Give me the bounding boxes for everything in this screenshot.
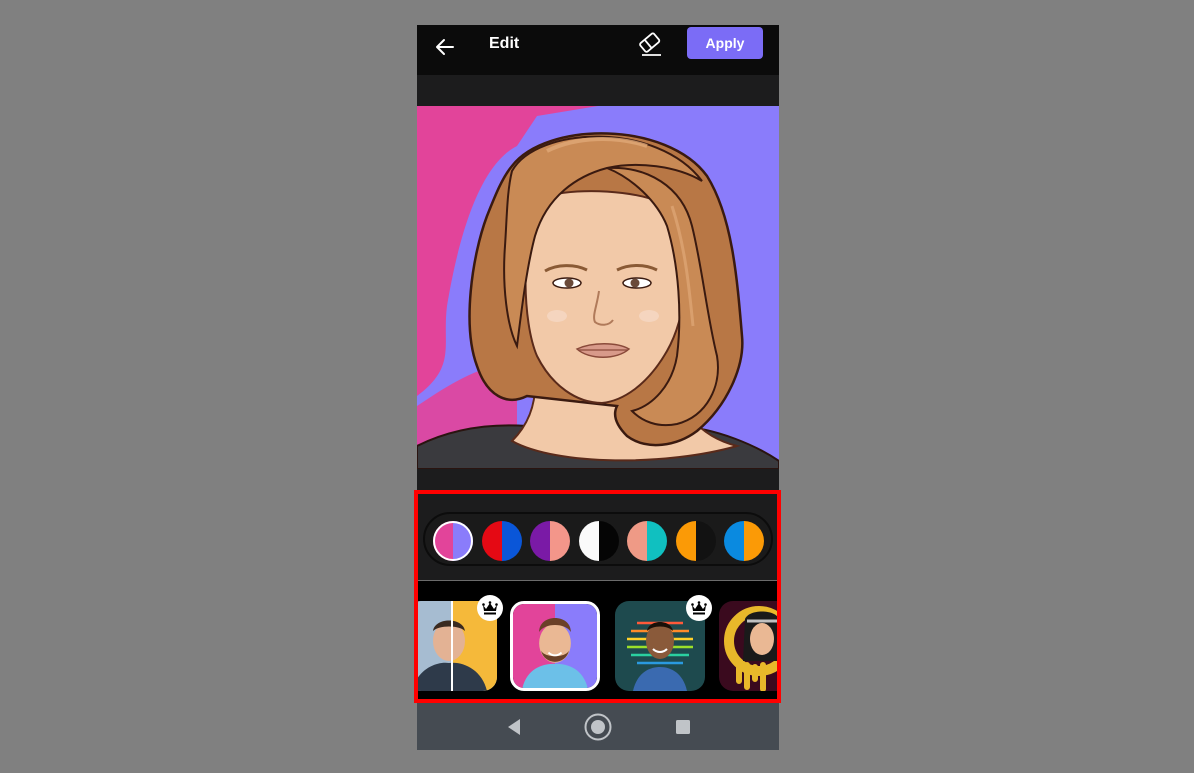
color-swatch-purple-salmon[interactable]: [530, 521, 570, 561]
swatch-right-half: [453, 521, 473, 561]
premium-crown-badge: [686, 595, 712, 621]
premium-crown-badge: [477, 595, 503, 621]
color-swatch-pink-lavender[interactable]: [433, 521, 473, 561]
crown-icon: [482, 601, 498, 615]
nav-back-icon: [508, 719, 520, 735]
swatch-left-half: [724, 521, 744, 561]
photo-canvas[interactable]: [417, 106, 779, 469]
crown-icon: [691, 601, 707, 615]
nav-recents-icon: [676, 720, 690, 734]
apply-button[interactable]: Apply: [687, 27, 763, 59]
canvas-top-margin: [417, 75, 779, 106]
portrait-image: [417, 106, 779, 469]
eraser-icon: [639, 32, 661, 56]
top-app-bar: Edit Apply: [417, 25, 779, 75]
color-swatch-white-black[interactable]: [578, 521, 619, 561]
swatch-left-half: [627, 521, 647, 561]
android-navigation-bar: [417, 703, 779, 750]
eraser-button[interactable]: [636, 31, 664, 57]
swatch-right-half: [550, 521, 570, 561]
swatch-right-half: [501, 521, 522, 561]
nav-home-icon: [584, 713, 612, 741]
style-thumb-duotone-pop[interactable]: [510, 601, 600, 691]
color-palette-panel: [417, 491, 779, 580]
page-title: Edit: [489, 35, 520, 52]
color-swatch-red-blue[interactable]: [481, 521, 522, 561]
swatch-right-half: [744, 521, 764, 561]
swatch-left-half: [530, 521, 550, 561]
swatch-right-half: [695, 521, 716, 561]
color-swatch-blue-orange[interactable]: [724, 521, 764, 561]
canvas-bottom-margin: [417, 469, 779, 491]
color-swatch-orange-black[interactable]: [675, 521, 716, 561]
color-swatch-salmon-teal[interactable]: [627, 521, 667, 561]
style-thumbnails-strip[interactable]: [417, 581, 779, 703]
color-palette-strip: [423, 512, 773, 566]
swatch-left-half: [675, 521, 696, 561]
arrow-left-icon: [436, 39, 454, 55]
style-thumb-gold-drip[interactable]: [719, 601, 779, 691]
phone-screen: Edit Apply: [417, 25, 779, 750]
nav-recents-button[interactable]: [669, 713, 697, 741]
swatch-left-half: [433, 521, 453, 561]
swatch-right-half: [598, 521, 619, 561]
back-button[interactable]: [433, 35, 457, 59]
nav-home-button[interactable]: [584, 713, 612, 741]
nav-back-button[interactable]: [500, 713, 528, 741]
swatch-left-half: [481, 521, 502, 561]
swatch-right-half: [647, 521, 667, 561]
swatch-left-half: [578, 521, 599, 561]
